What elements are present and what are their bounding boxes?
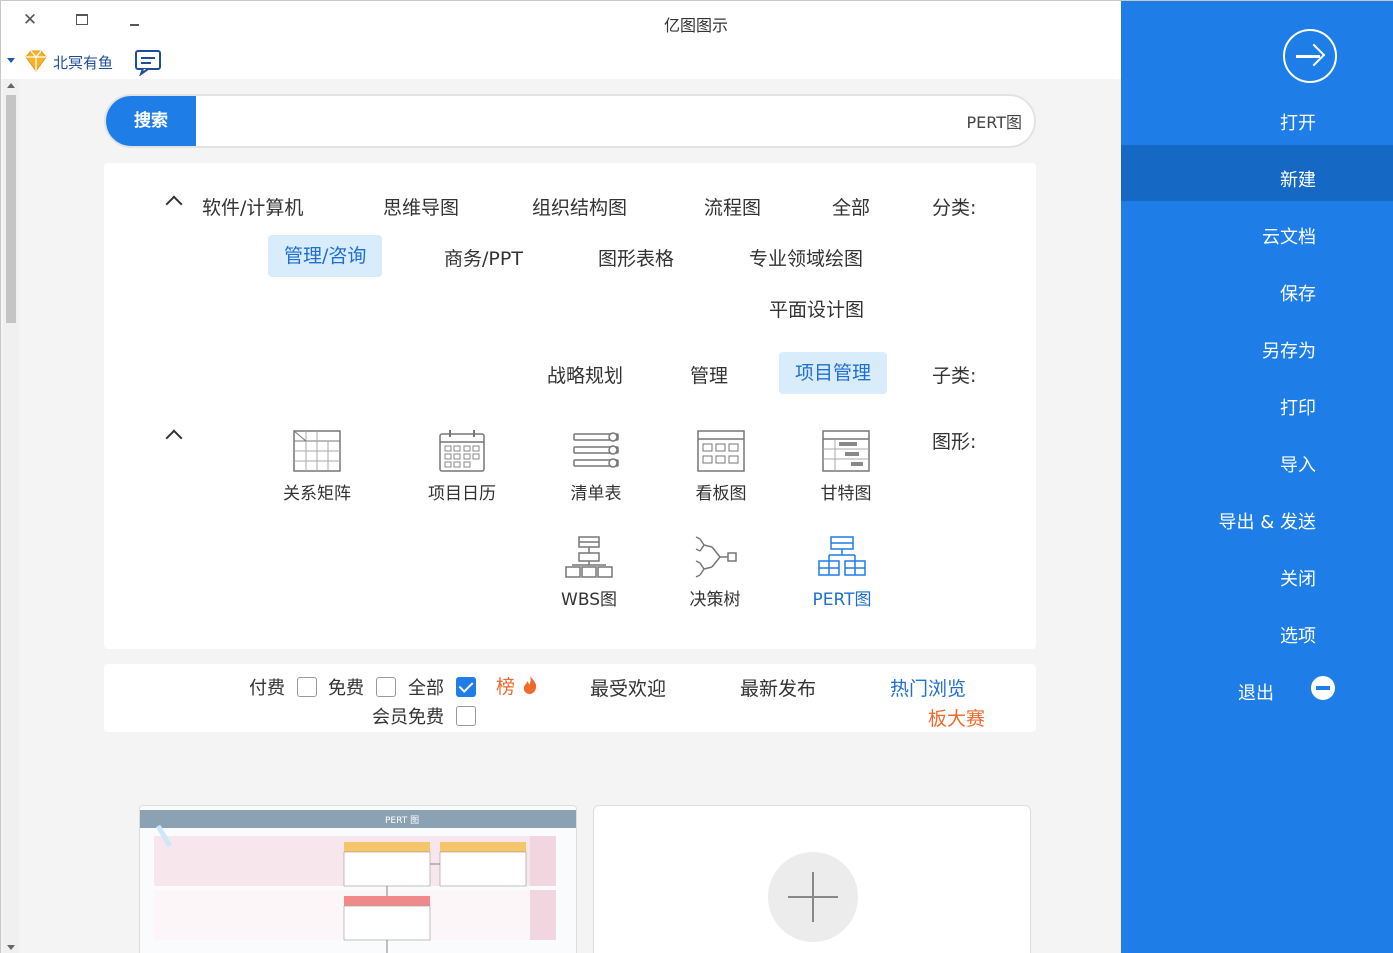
fire-icon bbox=[523, 676, 537, 694]
subcategory-management[interactable]: 管理 bbox=[690, 361, 728, 388]
new-blank-plus-icon[interactable] bbox=[768, 852, 858, 942]
file-menu-sidebar: 打开 新建 云文档 保存 另存为 打印 导入 导出 & 发送 关闭 选项 退出 bbox=[1121, 1, 1393, 953]
sort-hot-browsing[interactable]: 热门浏览 bbox=[890, 674, 966, 701]
kanban-icon bbox=[697, 430, 745, 472]
pert-card-title: PERT 图 bbox=[385, 815, 419, 826]
search-box: 搜索 bbox=[104, 94, 1036, 148]
hot-ranking-link[interactable]: 榜 bbox=[496, 672, 539, 699]
filter-all-label: 全部 bbox=[408, 678, 444, 699]
sidebar-item-close[interactable]: 关闭 bbox=[1280, 565, 1316, 591]
vip-diamond-icon bbox=[25, 50, 47, 72]
shape-relation-matrix[interactable]: 关系矩阵 bbox=[272, 429, 362, 504]
app-window: ✕ 亿图图示 北冥有鱼 搜索 PERT图 分类: 全部 流程图 组织结构图 思维… bbox=[0, 0, 1393, 953]
sort-most-popular[interactable]: 最受欢迎 bbox=[590, 674, 666, 701]
template-card-blank[interactable] bbox=[593, 805, 1031, 953]
title-bar: ✕ 亿图图示 bbox=[1, 1, 1121, 43]
category-graphic-table[interactable]: 图形表格 bbox=[598, 244, 674, 271]
filter-paid-checkbox[interactable] bbox=[297, 677, 317, 697]
message-icon[interactable] bbox=[133, 48, 165, 76]
sidebar-item-new[interactable]: 新建 bbox=[1280, 166, 1316, 192]
user-name[interactable]: 北冥有鱼 bbox=[53, 52, 113, 73]
search-button[interactable]: 搜索 bbox=[106, 96, 196, 146]
checklist-icon bbox=[573, 432, 619, 468]
search-input[interactable] bbox=[202, 96, 1022, 146]
subcategory-project-management[interactable]: 项目管理 bbox=[779, 352, 888, 394]
category-org-chart[interactable]: 组织结构图 bbox=[532, 193, 627, 220]
template-card-pert[interactable]: PERT 图 bbox=[139, 805, 577, 953]
category-management-consulting[interactable]: 管理/咨询 bbox=[268, 235, 383, 277]
filter-all-checkbox[interactable] bbox=[456, 677, 476, 697]
category-flowchart[interactable]: 流程图 bbox=[704, 193, 761, 220]
shape-gantt-chart[interactable]: 甘特图 bbox=[801, 429, 891, 504]
scroll-down-arrow-icon[interactable] bbox=[7, 945, 15, 950]
template-gallery: 搜索 分类: 全部 流程图 组织结构图 思维导图 软件/计算机 专业领域绘图 图… bbox=[1, 79, 1121, 953]
shape-project-calendar[interactable]: 项目日历 bbox=[417, 429, 507, 504]
minimize-icon[interactable] bbox=[121, 9, 147, 31]
category-software[interactable]: 软件/计算机 bbox=[202, 193, 303, 220]
subcategory-label: 子类: bbox=[932, 365, 977, 387]
window-title: 亿图图示 bbox=[663, 16, 728, 35]
shape-kanban[interactable]: 看板图 bbox=[676, 429, 766, 504]
filter-panel: 分类: 全部 流程图 组织结构图 思维导图 软件/计算机 专业领域绘图 图形表格… bbox=[104, 163, 1036, 649]
filter-member-free-label: 会员免费 bbox=[372, 707, 444, 728]
sort-newest[interactable]: 最新发布 bbox=[740, 674, 816, 701]
sidebar-item-save[interactable]: 保存 bbox=[1280, 280, 1316, 306]
category-graphic-design[interactable]: 平面设计图 bbox=[769, 295, 864, 322]
gantt-chart-icon bbox=[822, 430, 870, 472]
contest-link[interactable]: 板大赛 bbox=[928, 704, 985, 731]
sidebar-item-export-send[interactable]: 导出 & 发送 bbox=[1219, 508, 1316, 534]
collapse-shapes-icon[interactable] bbox=[166, 427, 180, 441]
subcategory-strategy[interactable]: 战略规划 bbox=[547, 361, 623, 388]
shape-wbs-chart[interactable]: WBS图 bbox=[544, 535, 634, 610]
scroll-up-arrow-icon[interactable] bbox=[7, 83, 15, 88]
user-menu-caret-icon[interactable] bbox=[7, 58, 15, 63]
collapse-categories-icon[interactable] bbox=[166, 193, 180, 207]
sidebar-item-open[interactable]: 打开 bbox=[1280, 109, 1316, 135]
category-all[interactable]: 全部 bbox=[832, 193, 870, 220]
user-bar: 北冥有鱼 bbox=[1, 43, 1121, 79]
shapes-label: 图形: bbox=[932, 431, 977, 453]
vertical-scrollbar[interactable] bbox=[3, 79, 19, 953]
scroll-thumb[interactable] bbox=[6, 95, 16, 323]
pert-chart-icon bbox=[818, 536, 866, 576]
shape-label: 看板图 bbox=[695, 484, 747, 504]
sidebar-item-save-as[interactable]: 另存为 bbox=[1262, 337, 1316, 363]
shape-label: 决策树 bbox=[689, 590, 741, 610]
pert-template-thumbnail: PERT 图 bbox=[140, 806, 576, 953]
close-icon[interactable]: ✕ bbox=[17, 9, 43, 31]
sidebar-active-highlight bbox=[1121, 145, 1393, 201]
shape-label: 清单表 bbox=[570, 484, 622, 504]
filter-member-free-checkbox[interactable] bbox=[456, 706, 476, 726]
category-mind-map[interactable]: 思维导图 bbox=[383, 193, 459, 220]
calendar-icon bbox=[439, 430, 485, 472]
sidebar-item-print[interactable]: 打印 bbox=[1280, 394, 1316, 420]
decision-tree-icon bbox=[695, 536, 737, 578]
sidebar-item-import[interactable]: 导入 bbox=[1280, 451, 1316, 477]
shape-decision-tree[interactable]: 决策树 bbox=[670, 535, 760, 610]
sort-bar: 热门浏览 最新发布 最受欢迎 板大赛 榜 全部 免费 付费 会员免费 bbox=[104, 664, 1036, 732]
category-label: 分类: bbox=[932, 197, 977, 219]
filter-free-label: 免费 bbox=[328, 678, 364, 699]
shape-label: 项目日历 bbox=[428, 484, 496, 504]
shape-label: WBS图 bbox=[561, 590, 617, 610]
sidebar-item-options[interactable]: 选项 bbox=[1280, 622, 1316, 648]
sidebar-item-exit[interactable]: 退出 bbox=[1238, 679, 1274, 705]
sidebar-item-cloud-docs[interactable]: 云文档 bbox=[1262, 223, 1316, 249]
filter-free-checkbox[interactable] bbox=[376, 677, 396, 697]
hot-label: 榜 bbox=[496, 676, 516, 698]
shape-checklist[interactable]: 清单表 bbox=[551, 429, 641, 504]
matrix-table-icon bbox=[293, 430, 341, 472]
wbs-chart-icon bbox=[565, 536, 613, 578]
category-professional[interactable]: 专业领域绘图 bbox=[749, 244, 863, 271]
exit-icon[interactable] bbox=[1311, 676, 1335, 700]
shape-pert-chart[interactable]: PERT图 bbox=[797, 535, 887, 610]
open-arrow-icon[interactable] bbox=[1283, 29, 1337, 83]
shape-label: 关系矩阵 bbox=[283, 484, 351, 504]
category-business-ppt[interactable]: 商务/PPT bbox=[444, 244, 523, 271]
filter-paid-label: 付费 bbox=[249, 678, 285, 699]
maximize-icon[interactable] bbox=[69, 9, 95, 31]
shape-label: PERT图 bbox=[812, 590, 872, 610]
shape-label: 甘特图 bbox=[820, 484, 872, 504]
